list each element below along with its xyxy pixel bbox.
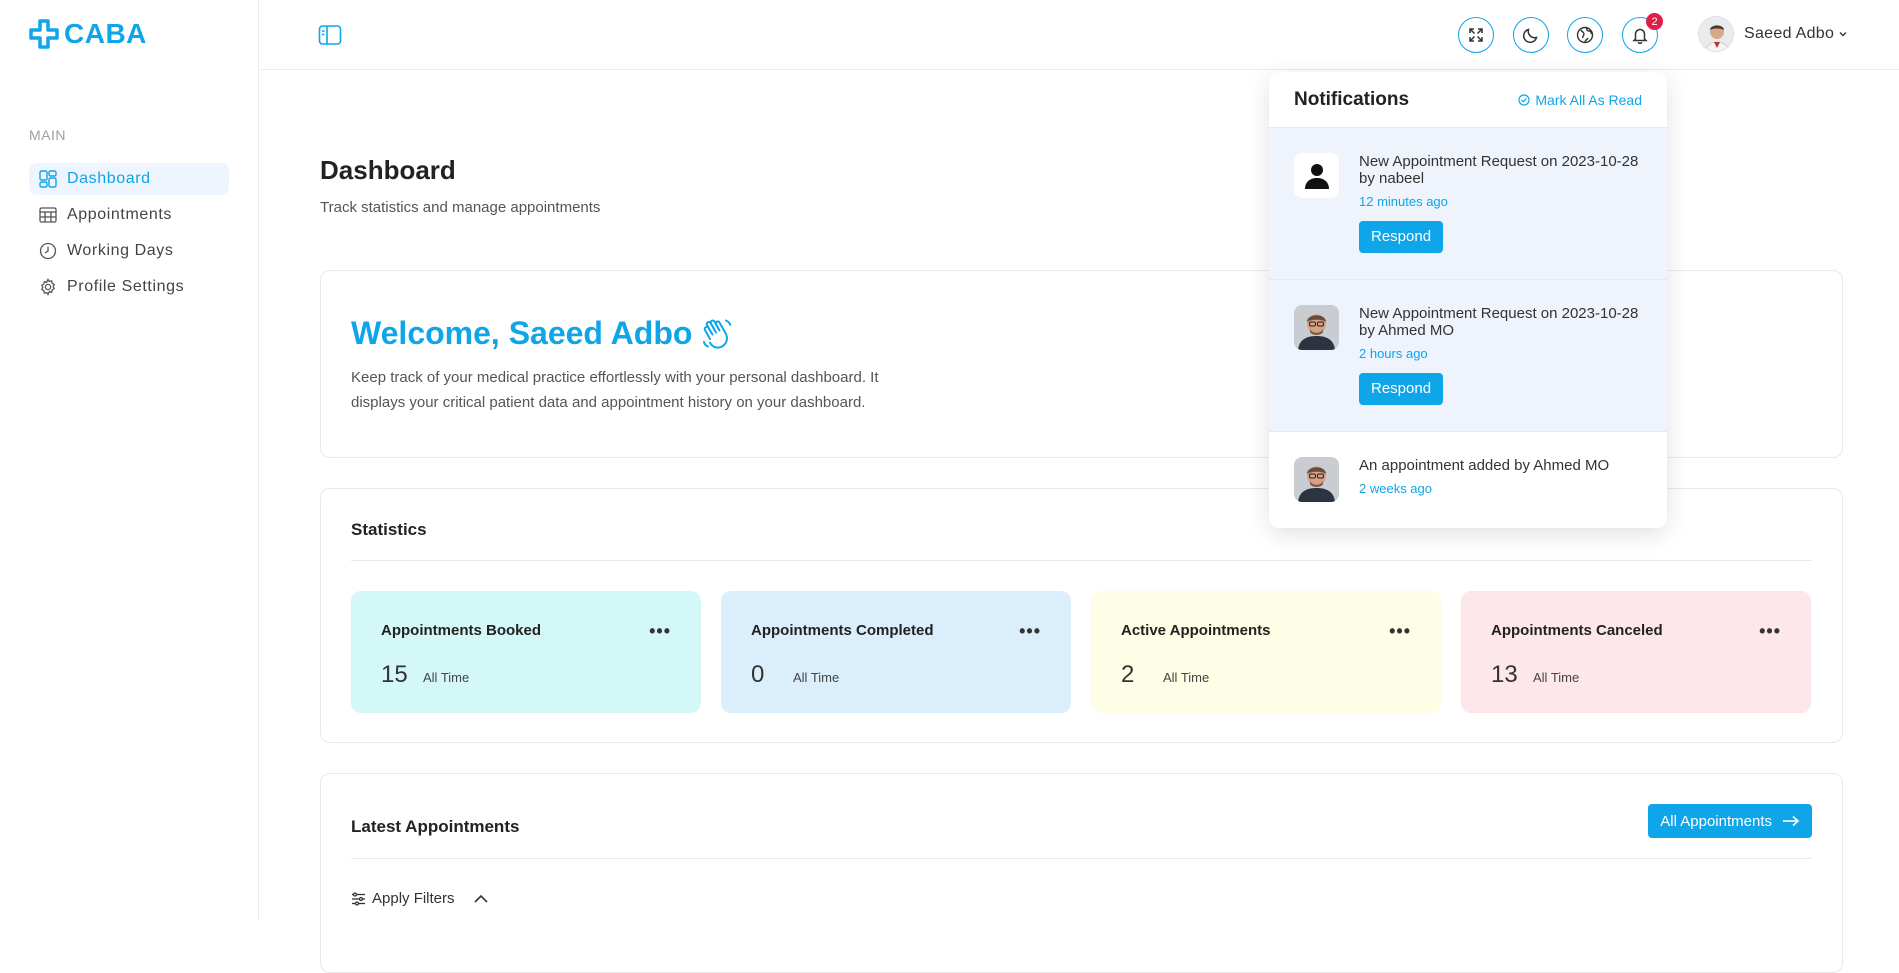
- sidebar: CABA MAIN Dashboard Appointments Working…: [0, 0, 259, 920]
- more-options-icon[interactable]: •••: [1759, 621, 1781, 642]
- respond-button[interactable]: Respond: [1359, 221, 1444, 253]
- chevron-down-icon: [1839, 32, 1847, 37]
- stat-label: Appointments Booked: [381, 622, 541, 639]
- respond-button[interactable]: Respond: [1359, 373, 1444, 405]
- medical-cross-icon: [29, 19, 59, 49]
- notification-time: 2 hours ago: [1359, 346, 1428, 361]
- notification-time: 12 minutes ago: [1359, 194, 1448, 209]
- clock-icon: [39, 242, 57, 260]
- notifications-header: Notifications Mark All As Read: [1269, 72, 1667, 128]
- sidebar-item-dashboard[interactable]: Dashboard: [29, 163, 229, 195]
- divider: [351, 560, 1812, 561]
- language-button[interactable]: [1567, 17, 1603, 53]
- arrow-right-icon: [1783, 815, 1800, 827]
- dark-mode-button[interactable]: [1513, 17, 1549, 53]
- notification-item[interactable]: New Appointment Request on 2023-10-28 by…: [1269, 128, 1667, 280]
- sidebar-item-label: Working Days: [67, 242, 174, 259]
- avatar: [1294, 457, 1339, 502]
- avatar: [1294, 305, 1339, 350]
- mark-all-read-button[interactable]: Mark All As Read: [1518, 92, 1642, 108]
- stat-value: 2: [1121, 661, 1135, 688]
- welcome-text: Keep track of your medical practice effo…: [351, 369, 879, 411]
- notification-text: New Appointment Request on 2023-10-28 by…: [1359, 305, 1639, 339]
- apply-filters-toggle[interactable]: Apply Filters: [351, 890, 489, 907]
- more-options-icon[interactable]: •••: [1389, 621, 1411, 642]
- gear-icon: [40, 278, 56, 296]
- notification-body: New Appointment Request on 2023-10-28 by…: [1359, 305, 1642, 405]
- statistics-title: Statistics: [351, 520, 427, 539]
- sidebar-item-working-days[interactable]: Working Days: [29, 235, 229, 267]
- check-circle-icon: [1518, 93, 1530, 106]
- latest-appointments-title: Latest Appointments: [351, 817, 520, 836]
- avatar: [1294, 153, 1339, 198]
- sliders-icon: [352, 891, 365, 906]
- notification-text: An appointment added by Ahmed MO: [1359, 457, 1610, 474]
- stat-label: Appointments Canceled: [1491, 622, 1663, 639]
- page-subtitle: Track statistics and manage appointments: [320, 199, 601, 216]
- page-title: Dashboard: [320, 155, 456, 185]
- sidebar-item-label: Profile Settings: [67, 278, 185, 295]
- latest-appointments-card: Latest Appointments All Appointments App…: [320, 773, 1843, 973]
- fullscreen-icon: [1469, 28, 1483, 42]
- sidebar-item-appointments[interactable]: Appointments: [29, 199, 229, 231]
- sidebar-toggle-icon: [318, 25, 342, 45]
- apply-filters-label: Apply Filters: [372, 890, 455, 907]
- stat-period: All Time: [793, 670, 840, 685]
- stat-value: 0: [751, 661, 765, 688]
- notification-body: An appointment added by Ahmed MO 2 weeks…: [1359, 457, 1642, 496]
- welcome-heading: Welcome, Saeed Adbo: [351, 315, 734, 352]
- bell-icon: [1632, 28, 1648, 44]
- notification-item[interactable]: An appointment added by Ahmed MO 2 weeks…: [1269, 432, 1667, 521]
- stat-card-canceled: Appointments Canceled ••• 13 All Time: [1461, 591, 1811, 713]
- sidebar-item-label: Dashboard: [67, 170, 151, 187]
- stat-value: 15: [381, 661, 408, 688]
- divider: [351, 858, 1812, 859]
- stat-period: All Time: [1533, 670, 1580, 685]
- dashboard-icon: [39, 170, 57, 188]
- user-icon: [1304, 163, 1329, 189]
- notifications-title: Notifications: [1294, 88, 1410, 110]
- more-options-icon[interactable]: •••: [649, 621, 671, 642]
- welcome-title: Welcome, Saeed Adbo: [351, 315, 693, 351]
- sidebar-item-profile-settings[interactable]: Profile Settings: [29, 271, 229, 303]
- moon-icon: [1522, 28, 1538, 44]
- chevron-up-icon: [473, 894, 488, 903]
- fullscreen-button[interactable]: [1458, 17, 1494, 53]
- notification-body: New Appointment Request on 2023-10-28 by…: [1359, 153, 1642, 253]
- sidebar-toggle-button[interactable]: [318, 24, 342, 46]
- sidebar-nav: Dashboard Appointments Working Days Prof…: [29, 163, 229, 307]
- notifications-dropdown: Notifications Mark All As Read New Appoi…: [1269, 72, 1667, 528]
- brand-name: CABA: [64, 18, 147, 49]
- more-options-icon[interactable]: •••: [1019, 621, 1041, 642]
- user-name: Saeed Adbo: [1744, 25, 1835, 42]
- sidebar-item-label: Appointments: [67, 206, 173, 223]
- avatar: [1698, 16, 1734, 52]
- stat-label: Appointments Completed: [751, 622, 934, 639]
- stat-label: Active Appointments: [1121, 622, 1271, 639]
- stat-card-completed: Appointments Completed ••• 0 All Time: [721, 591, 1071, 713]
- notification-text: New Appointment Request on 2023-10-28 by…: [1359, 153, 1639, 187]
- stat-period: All Time: [1163, 670, 1210, 685]
- user-menu[interactable]: Saeed Adbo: [1698, 16, 1848, 52]
- stat-card-active: Active Appointments ••• 2 All Time: [1091, 591, 1441, 713]
- waving-hand-icon: [703, 319, 732, 349]
- notification-time: 2 weeks ago: [1359, 481, 1432, 496]
- all-appointments-button[interactable]: All Appointments: [1648, 804, 1812, 838]
- globe-icon: [1576, 26, 1594, 44]
- stat-period: All Time: [423, 670, 470, 685]
- notification-count-badge: 2: [1646, 13, 1663, 30]
- notification-item[interactable]: New Appointment Request on 2023-10-28 by…: [1269, 280, 1667, 432]
- button-label: All Appointments: [1660, 812, 1772, 830]
- mark-all-read-label: Mark All As Read: [1535, 91, 1642, 108]
- calendar-icon: [39, 207, 57, 223]
- stat-card-booked: Appointments Booked ••• 15 All Time: [351, 591, 701, 713]
- stat-value: 13: [1491, 661, 1518, 688]
- sidebar-section-label: MAIN: [29, 127, 66, 143]
- topbar: 2 Saeed Adbo: [260, 0, 1899, 70]
- notifications-button[interactable]: 2: [1622, 13, 1663, 53]
- logo[interactable]: CABA: [29, 18, 147, 50]
